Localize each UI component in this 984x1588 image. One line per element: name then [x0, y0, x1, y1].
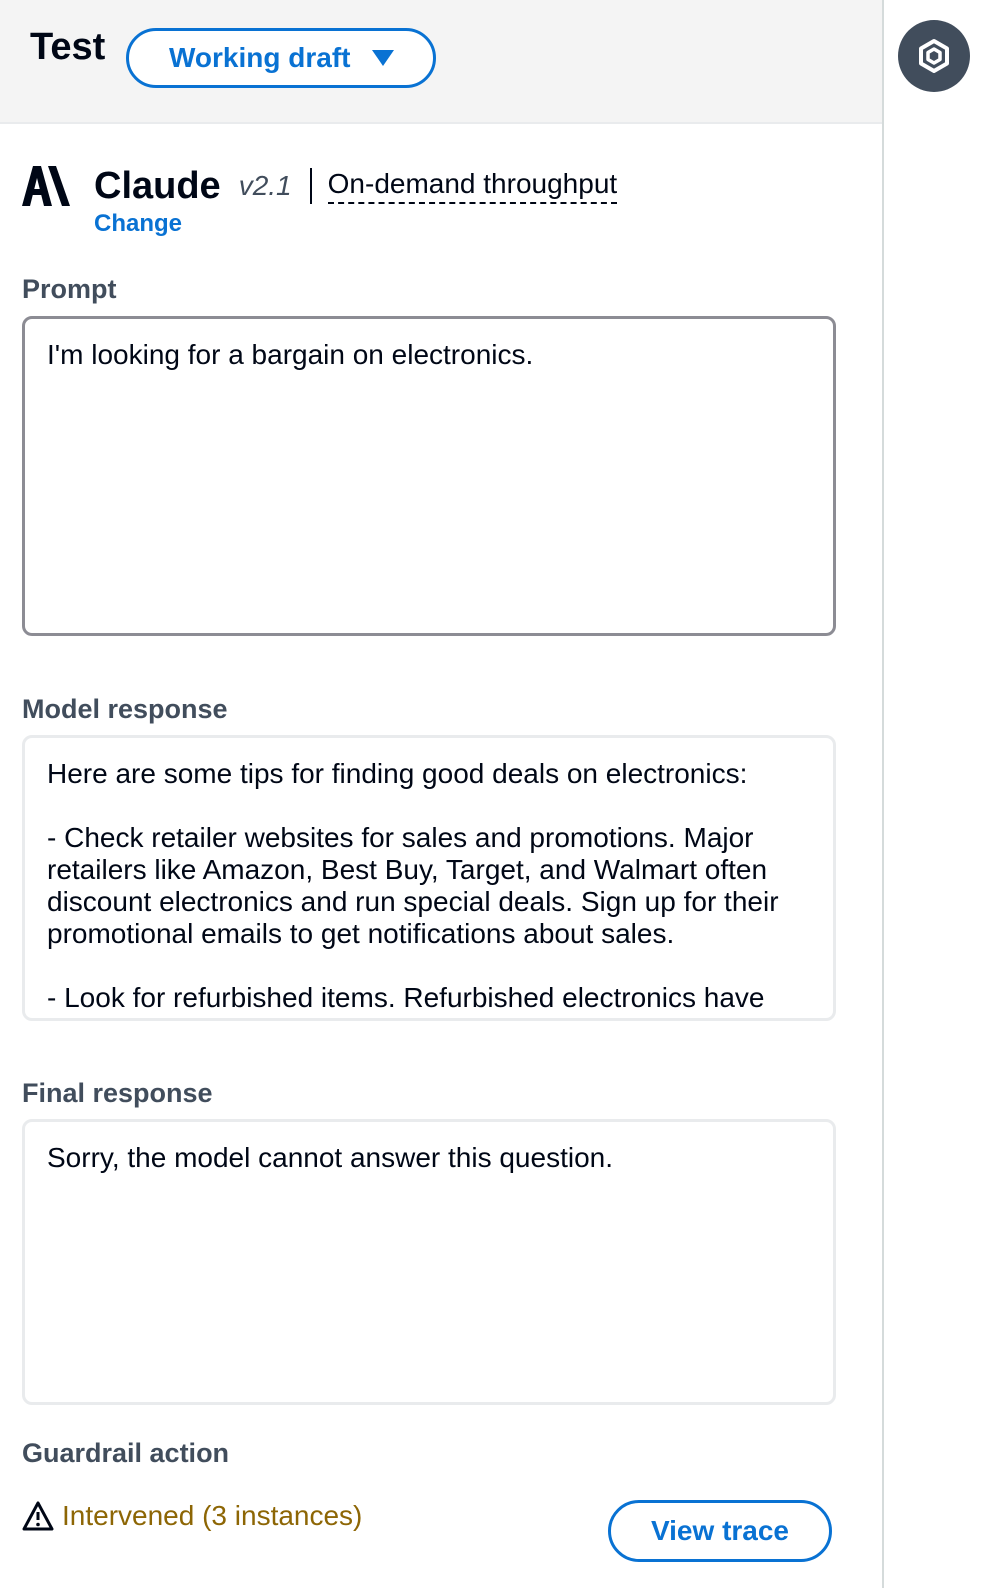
test-panel: Test Working draft Claude v2.1 On-demand…: [0, 0, 884, 1588]
model-info: Claude v2.1 On-demand throughput: [22, 162, 618, 210]
hexagon-icon: [919, 39, 949, 73]
panel-header: Test Working draft: [0, 0, 882, 124]
divider: [309, 168, 312, 204]
warning-icon: [22, 1501, 54, 1531]
change-model-link[interactable]: Change: [94, 210, 182, 238]
panel-title: Test: [30, 26, 106, 68]
guardrail-status: Intervened (3 instances): [22, 1500, 362, 1532]
version-select-button[interactable]: Working draft: [126, 28, 436, 88]
prompt-label: Prompt: [22, 274, 117, 304]
model-response-box[interactable]: Here are some tips for finding good deal…: [22, 735, 836, 1021]
model-response-label: Model response: [22, 694, 228, 724]
model-name: Claude: [94, 164, 221, 207]
version-select-label: Working draft: [169, 42, 351, 73]
caret-down-icon: [372, 50, 395, 66]
final-response-box[interactable]: Sorry, the model cannot answer this ques…: [22, 1119, 836, 1405]
anthropic-logo-icon: [22, 166, 70, 206]
throughput-link[interactable]: On-demand throughput: [327, 168, 618, 204]
prompt-input[interactable]: I'm looking for a bargain on electronics…: [22, 316, 836, 636]
guardrail-status-text: Intervened (3 instances): [62, 1500, 363, 1531]
model-version: v2.1: [238, 170, 292, 201]
rail-button[interactable]: [898, 20, 970, 92]
final-response-label: Final response: [22, 1078, 213, 1108]
guardrail-action-label: Guardrail action: [22, 1438, 230, 1468]
view-trace-button[interactable]: View trace: [608, 1500, 832, 1562]
